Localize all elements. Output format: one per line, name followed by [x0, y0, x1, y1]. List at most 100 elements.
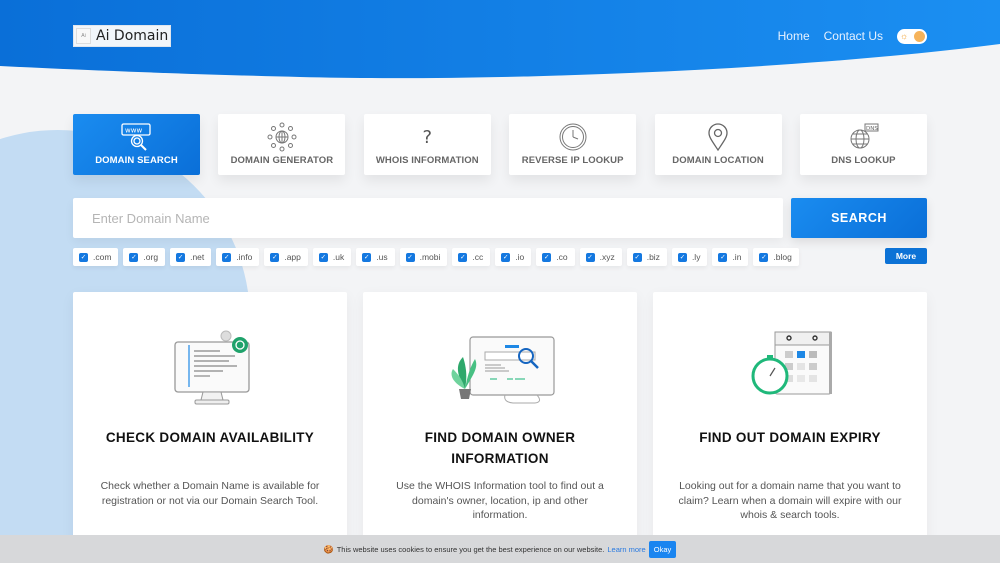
checkbox-checked-icon[interactable]: ✓ [458, 252, 468, 262]
tld-label: .in [732, 252, 742, 262]
monitor-search-plant-illustration [445, 314, 555, 419]
cookie-text: This website uses cookies to ensure you … [336, 544, 605, 554]
tld-label: .us [376, 252, 388, 262]
calendar-stopwatch-illustration [745, 314, 835, 419]
tab-domain-location[interactable]: DOMAIN LOCATION [654, 114, 782, 175]
tab-label: DNS LOOKUP [831, 155, 896, 166]
domain-search-input[interactable] [73, 198, 783, 238]
search-bar: SEARCH [73, 198, 927, 238]
card-description: Looking out for a domain name that you w… [678, 480, 902, 521]
logo-text: Ai Domain [96, 28, 169, 44]
tab-whois-information[interactable]: ? WHOIS INFORMATION [363, 114, 491, 175]
card-title: CHECK DOMAIN AVAILABILITY [105, 430, 315, 445]
checkbox-checked-icon[interactable]: ✓ [318, 252, 328, 262]
tld-label: .uk [332, 252, 345, 262]
tld-label: .cc [472, 252, 484, 262]
tld-list: ✓ .com ✓ .org ✓ .net ✓ .info ✓ .app ✓ .uk ✓ .us ✓ .mobi… [73, 248, 927, 266]
feature-card-availability: CHECK DOMAIN AVAILABILITY Check whether … [73, 292, 347, 542]
checkbox-checked-icon[interactable]: ✓ [270, 252, 280, 262]
tld-label: .biz [646, 252, 660, 262]
tld-checkbox[interactable]: ✓ .uk [312, 248, 352, 266]
tld-label: .info [236, 252, 253, 262]
tld-label: .org [143, 252, 159, 262]
card-title: FIND DOMAIN OWNER INFORMATION [424, 430, 576, 466]
checkbox-checked-icon[interactable]: ✓ [129, 252, 139, 262]
tld-checkbox[interactable]: ✓ .in [712, 248, 749, 266]
checkbox-checked-icon[interactable]: ✓ [501, 252, 511, 262]
top-navigation: Ai Ai Domain Home Contact Us ☼ [73, 24, 927, 48]
checkbox-checked-icon[interactable]: ✓ [542, 252, 552, 262]
logo-badge: Ai [76, 28, 91, 44]
checkbox-checked-icon[interactable]: ✓ [222, 252, 232, 262]
tld-label: .net [190, 252, 205, 262]
checkbox-checked-icon[interactable]: ✓ [718, 252, 728, 262]
tld-checkbox[interactable]: ✓ .net [170, 248, 212, 266]
search-button[interactable]: SEARCH [791, 198, 927, 238]
checkbox-checked-icon[interactable]: ✓ [677, 252, 687, 262]
checkbox-checked-icon[interactable]: ✓ [585, 252, 595, 262]
tld-label: .co [556, 252, 568, 262]
feature-cards: CHECK DOMAIN AVAILABILITY Check whether … [73, 292, 927, 542]
tab-reverse-ip-lookup[interactable]: REVERSE IP LOOKUP [509, 114, 637, 175]
monitor-code-gear-illustration [165, 314, 255, 419]
tab-dns-lookup[interactable]: DNS DNS LOOKUP [799, 114, 927, 175]
tld-label: .mobi [419, 252, 441, 262]
card-title: FIND OUT DOMAIN EXPIRY [699, 430, 881, 445]
tab-label: REVERSE IP LOOKUP [521, 155, 624, 166]
tld-checkbox[interactable]: ✓ .app [264, 248, 308, 266]
tab-label: DOMAIN GENERATOR [230, 155, 334, 166]
tld-filter: ✓ .com ✓ .org ✓ .net ✓ .info ✓ .app ✓ .uk ✓ .us ✓ .mobi… [73, 248, 927, 266]
card-description: Use the WHOIS Information tool to find o… [396, 480, 604, 521]
tld-checkbox[interactable]: ✓ .io [495, 248, 532, 266]
tld-checkbox[interactable]: ✓ .com [73, 248, 119, 266]
map-pin-icon [706, 122, 730, 152]
tab-domain-generator[interactable]: DOMAIN GENERATOR [218, 114, 346, 175]
tld-checkbox[interactable]: ✓ .info [216, 248, 260, 266]
svg-text:www: www [125, 127, 142, 135]
theme-toggle[interactable]: ☼ [897, 28, 927, 44]
tool-tabs: www DOMAIN SEARCH DOMAIN GENERATOR ? WHO… [73, 114, 927, 175]
tld-checkbox[interactable]: ✓ .mobi [399, 248, 448, 266]
cookie-banner: 🍪 This website uses cookies to ensure yo… [0, 535, 1000, 563]
nav-home-link[interactable]: Home [778, 29, 810, 43]
tld-checkbox[interactable]: ✓ .cc [452, 248, 491, 266]
nav-contact-link[interactable]: Contact Us [824, 29, 883, 43]
cookie-learn-more-link[interactable]: Learn more [607, 545, 645, 554]
tld-label: .io [515, 252, 525, 262]
cookie-icon: 🍪 [323, 544, 334, 554]
tld-checkbox[interactable]: ✓ .ly [671, 248, 708, 266]
tld-checkbox[interactable]: ✓ .blog [753, 248, 799, 266]
checkbox-checked-icon[interactable]: ✓ [176, 252, 186, 262]
tld-label: .com [93, 252, 112, 262]
tld-checkbox[interactable]: ✓ .xyz [579, 248, 622, 266]
nav-menu: Home Contact Us ☼ [778, 28, 927, 44]
checkbox-checked-icon[interactable]: ✓ [405, 252, 415, 262]
question-mark-icon: ? [422, 126, 433, 148]
tld-checkbox[interactable]: ✓ .co [536, 248, 575, 266]
feature-card-owner-info: FIND DOMAIN OWNER INFORMATION Use the WH… [363, 292, 637, 542]
feature-card-expiry: FIND OUT DOMAIN EXPIRY Looking out for a… [653, 292, 927, 542]
dns-globe-icon: DNS [846, 122, 880, 152]
tab-label: WHOIS INFORMATION [375, 155, 479, 166]
tld-checkbox[interactable]: ✓ .us [356, 248, 395, 266]
tld-label: .ly [691, 252, 701, 262]
more-tlds-button[interactable]: More [885, 248, 927, 264]
card-description: Check whether a Domain Name is available… [100, 480, 320, 507]
checkbox-checked-icon[interactable]: ✓ [362, 252, 372, 262]
tld-checkbox[interactable]: ✓ .org [123, 248, 166, 266]
logo[interactable]: Ai Ai Domain [73, 25, 172, 47]
tld-label: .app [284, 252, 301, 262]
sun-icon: ☼ [900, 30, 909, 41]
tab-domain-search[interactable]: www DOMAIN SEARCH [73, 114, 200, 175]
tld-checkbox[interactable]: ✓ .biz [626, 248, 667, 266]
toggle-knob [914, 30, 925, 42]
clock-icon [558, 122, 588, 152]
tld-label: .xyz [599, 252, 615, 262]
checkbox-checked-icon[interactable]: ✓ [759, 252, 769, 262]
checkbox-checked-icon[interactable]: ✓ [79, 252, 88, 262]
cookie-okay-button[interactable]: Okay [648, 540, 677, 558]
tab-label: DOMAIN SEARCH [95, 155, 178, 166]
tab-label: DOMAIN LOCATION [672, 155, 764, 166]
checkbox-checked-icon[interactable]: ✓ [632, 252, 642, 262]
www-search-icon: www [120, 122, 154, 152]
